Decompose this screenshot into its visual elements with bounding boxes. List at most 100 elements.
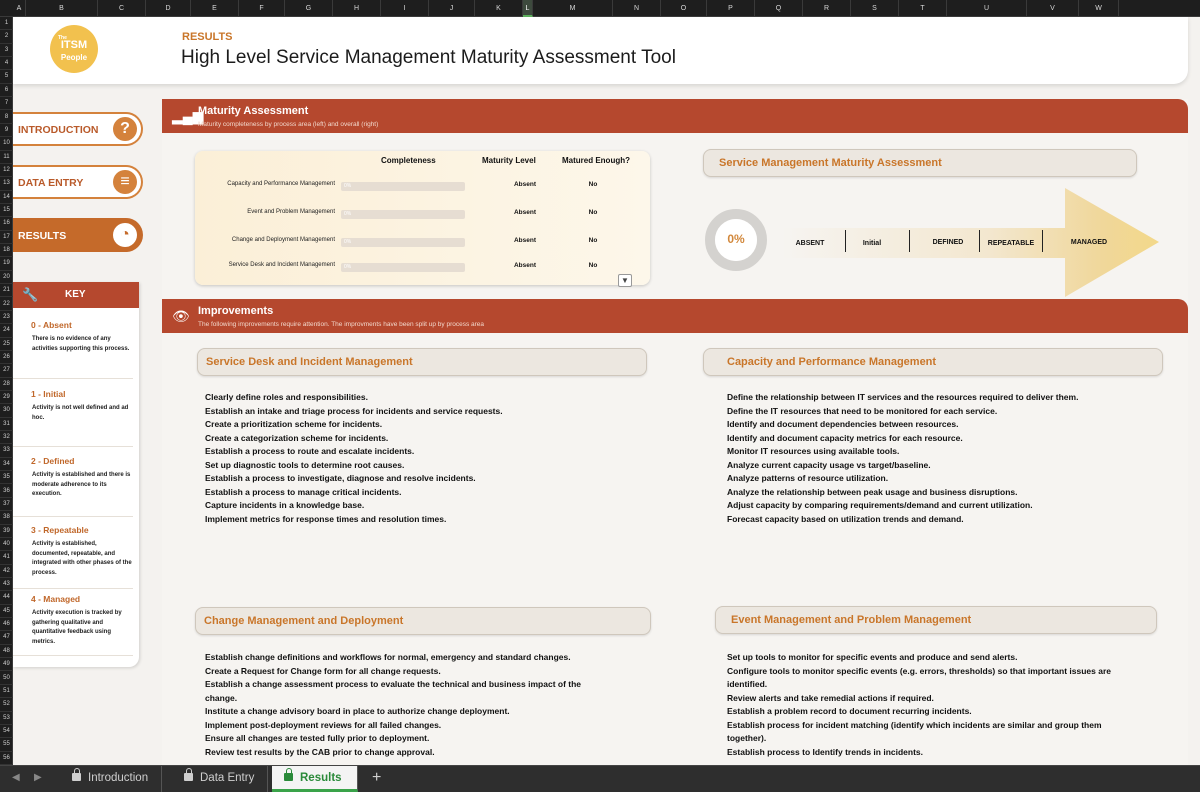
column-header-q[interactable]: Q	[755, 0, 803, 17]
column-header-e[interactable]: E	[191, 0, 239, 17]
row-header[interactable]: 9	[0, 124, 13, 138]
row-header[interactable]: 29	[0, 391, 13, 405]
row-header[interactable]: 55	[0, 738, 13, 752]
column-header-k[interactable]: K	[475, 0, 523, 17]
row-header[interactable]: 3	[0, 44, 13, 58]
column-header-c[interactable]: C	[98, 0, 146, 17]
stage-separator	[909, 230, 910, 252]
completeness-value: 0%	[344, 183, 352, 189]
list-item: Establish process for incident matching …	[727, 719, 1102, 744]
column-header-n[interactable]: N	[613, 0, 661, 17]
row-header[interactable]: 54	[0, 725, 13, 739]
scroll-left-icon[interactable]: ◀	[12, 772, 20, 783]
row-header[interactable]: 26	[0, 351, 13, 365]
column-header-l[interactable]: L	[523, 0, 533, 17]
row-header[interactable]: 46	[0, 618, 13, 632]
spreadsheet-window: ABCDEFGHIJKLMNOPQRSTUVW 1 2 3 4 5 6 7 8 9 10 11 12 1…	[0, 0, 1200, 792]
column-header-o[interactable]: O	[661, 0, 707, 17]
row-header[interactable]: 23	[0, 311, 13, 325]
row-header[interactable]: 33	[0, 444, 13, 458]
column-header-v[interactable]: V	[1027, 0, 1079, 17]
column-header-b[interactable]: B	[26, 0, 98, 17]
row-header[interactable]: 2	[0, 30, 13, 44]
row-header[interactable]: 41	[0, 551, 13, 565]
row-header[interactable]: 53	[0, 712, 13, 725]
row-header[interactable]: 10	[0, 137, 13, 151]
row-header[interactable]: 37	[0, 498, 13, 512]
column-header-g[interactable]: G	[285, 0, 333, 17]
row-header[interactable]: 25	[0, 338, 13, 351]
column-header-d[interactable]: D	[146, 0, 191, 17]
column-header-h[interactable]: H	[333, 0, 381, 17]
row-header[interactable]: 16	[0, 217, 13, 231]
column-header-w[interactable]: W	[1079, 0, 1119, 17]
nav-data-entry-button[interactable]: DATA ENTRY ≡	[13, 165, 143, 199]
row-header[interactable]: 8	[0, 111, 13, 124]
column-header-f[interactable]: F	[239, 0, 285, 17]
row-header[interactable]: 47	[0, 631, 13, 645]
row-header[interactable]: 1	[0, 17, 13, 31]
nav-results-button[interactable]: RESULTS ◔	[13, 218, 143, 252]
row-header[interactable]: 43	[0, 578, 13, 592]
column-header-a[interactable]: A	[13, 0, 26, 17]
column-header-i[interactable]: I	[381, 0, 429, 17]
row-header[interactable]: 21	[0, 284, 13, 298]
row-header[interactable]: 50	[0, 672, 13, 685]
list-item: Configure tools to monitor specific even…	[727, 665, 1111, 690]
row-header[interactable]: 20	[0, 271, 13, 285]
row-header[interactable]: 40	[0, 538, 13, 552]
row-header[interactable]: 42	[0, 565, 13, 578]
row-header[interactable]: 44	[0, 591, 13, 605]
row-header[interactable]: 12	[0, 164, 13, 178]
maturity-table: Completeness Maturity Level Matured Enou…	[195, 151, 650, 287]
row-header[interactable]: 19	[0, 257, 13, 271]
row-header[interactable]: 38	[0, 511, 13, 525]
row-header[interactable]: 7	[0, 97, 13, 111]
row-header[interactable]: 31	[0, 418, 13, 432]
itsm-people-logo: The ITSM People	[50, 25, 98, 73]
maturity-subtitle: Maturity completeness by process area (l…	[198, 121, 379, 128]
row-header[interactable]: 56	[0, 752, 13, 765]
tab-introduction[interactable]: Introduction	[60, 766, 162, 792]
row-header[interactable]: 39	[0, 525, 13, 538]
row-header[interactable]: 27	[0, 364, 13, 378]
row-header[interactable]: 15	[0, 204, 13, 218]
key-item: 2 - Defined Activity is established and …	[13, 456, 133, 517]
row-header[interactable]: 24	[0, 324, 13, 338]
row-header[interactable]: 6	[0, 84, 13, 98]
row-header[interactable]: 48	[0, 645, 13, 659]
column-header-p[interactable]: P	[707, 0, 755, 17]
row-header[interactable]: 4	[0, 57, 13, 71]
row-header[interactable]: 11	[0, 151, 13, 164]
column-header-j[interactable]: J	[429, 0, 475, 17]
row-header[interactable]: 18	[0, 244, 13, 258]
row-header[interactable]: 49	[0, 658, 13, 672]
row-header[interactable]: 30	[0, 404, 13, 418]
column-header-u[interactable]: U	[947, 0, 1027, 17]
dropdown-arrow-button[interactable]: ▼	[618, 274, 632, 287]
row-header[interactable]: 35	[0, 471, 13, 485]
add-sheet-button[interactable]: +	[372, 769, 381, 787]
tab-data-entry[interactable]: Data Entry	[172, 766, 268, 792]
column-header-t[interactable]: T	[899, 0, 947, 17]
row-header[interactable]: 36	[0, 485, 13, 498]
row-header[interactable]: 22	[0, 298, 13, 311]
nav-introduction-button[interactable]: INTRODUCTION ?	[13, 112, 143, 146]
row-header[interactable]: 28	[0, 378, 13, 391]
row-header[interactable]: 14	[0, 191, 13, 204]
row-header[interactable]: 51	[0, 685, 13, 699]
row-header[interactable]: 17	[0, 231, 13, 245]
column-header-s[interactable]: S	[851, 0, 899, 17]
section-title-box: Change Management and Deployment	[195, 607, 651, 635]
list-item: Set up tools to monitor for specific eve…	[727, 652, 1018, 662]
row-header[interactable]: 34	[0, 458, 13, 472]
column-header-m[interactable]: M	[533, 0, 613, 17]
tab-results[interactable]: Results	[272, 766, 358, 792]
row-header[interactable]: 45	[0, 605, 13, 619]
row-header[interactable]: 52	[0, 698, 13, 712]
column-header-r[interactable]: R	[803, 0, 851, 17]
row-header[interactable]: 13	[0, 177, 13, 191]
scroll-right-icon[interactable]: ▶	[34, 772, 42, 783]
row-header[interactable]: 32	[0, 431, 13, 445]
row-header[interactable]: 5	[0, 70, 13, 84]
